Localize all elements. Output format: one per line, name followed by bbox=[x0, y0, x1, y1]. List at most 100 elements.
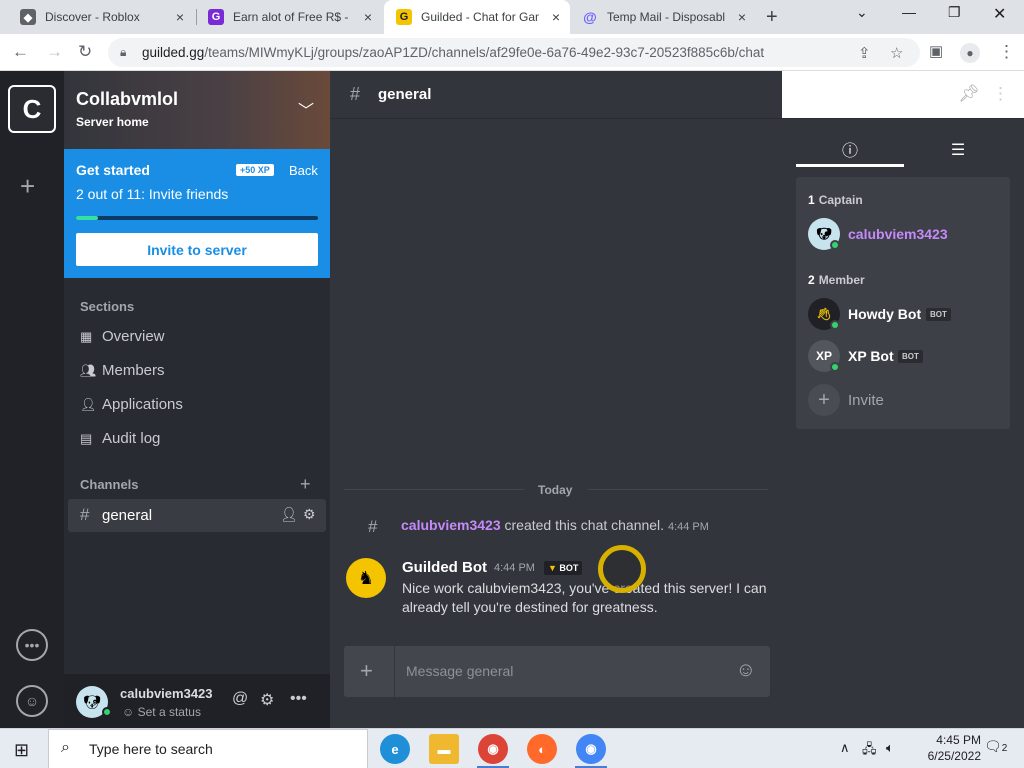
back-arrow-icon[interactable]: ← bbox=[12, 42, 29, 62]
system-message-time: 4:44 PM bbox=[667, 521, 709, 533]
taskbar-search[interactable]: ⌕ Type here to search bbox=[48, 729, 368, 768]
server-name: Collabvmlol bbox=[76, 89, 179, 109]
server-header[interactable]: Collabvmlol Server home ﹀ bbox=[64, 71, 330, 149]
more-options-icon[interactable]: ••• bbox=[290, 690, 307, 708]
side-panel-icon[interactable]: ▣ bbox=[929, 42, 943, 60]
invite-label: Invite bbox=[848, 392, 884, 409]
member-group-heading: 2 Member bbox=[808, 273, 865, 287]
close-tab-icon[interactable]: × bbox=[738, 9, 746, 25]
url-text[interactable]: guilded.gg/teams/MIWmyKLj/groups/zaoAP1Z… bbox=[142, 45, 764, 60]
chat-bubble-icon[interactable]: ••• bbox=[16, 629, 48, 661]
section-label: Audit log bbox=[102, 430, 161, 447]
mentions-icon[interactable]: @ bbox=[232, 690, 248, 708]
channel-title: general bbox=[378, 86, 432, 103]
tab-info[interactable]: ⓘ bbox=[796, 133, 904, 167]
address-bar[interactable]: 🔒︎ guilded.gg/teams/MIWmyKLj/groups/zaoA… bbox=[108, 38, 920, 67]
maximize-icon[interactable]: ❐ bbox=[948, 4, 961, 21]
server-subtitle: Server home bbox=[76, 115, 149, 129]
chevron-down-icon[interactable]: ﹀ bbox=[298, 97, 314, 121]
online-status-indicator bbox=[102, 707, 112, 717]
chrome-menu-icon[interactable]: ⋮ bbox=[998, 42, 1015, 62]
sections-heading: Sections bbox=[80, 299, 135, 314]
clock-time: 4:45 PM bbox=[936, 733, 981, 747]
section-members[interactable]: 👥︎ Members bbox=[80, 362, 165, 379]
attach-plus-icon[interactable]: + bbox=[360, 658, 373, 684]
chrome-alt-icon[interactable]: ◉ bbox=[576, 734, 606, 764]
close-tab-icon[interactable]: × bbox=[176, 9, 184, 25]
message-input[interactable] bbox=[406, 660, 726, 682]
invite-to-server-button[interactable]: Invite to server bbox=[76, 233, 318, 266]
add-member-icon[interactable]: 👤︎ bbox=[280, 506, 298, 523]
clock-date: 6/25/2022 bbox=[927, 749, 981, 763]
network-icon[interactable]: 🖧︎ bbox=[862, 740, 877, 762]
back-link[interactable]: Back bbox=[289, 163, 318, 178]
online-status-indicator bbox=[830, 362, 840, 372]
status-icon: ☺ bbox=[122, 705, 138, 719]
url-host: guilded.gg bbox=[142, 45, 205, 60]
tab-threads[interactable]: ☰ bbox=[904, 133, 1012, 167]
share-icon[interactable]: ⇪ bbox=[858, 44, 871, 62]
member-group-heading: 1 Captain bbox=[808, 193, 863, 207]
firefox-icon[interactable]: ◐ bbox=[527, 734, 557, 764]
tab-title: Earn alot of Free R$ - G bbox=[233, 10, 351, 24]
server-icon[interactable]: C bbox=[8, 85, 56, 133]
channel-name: general bbox=[102, 507, 153, 524]
roblox-icon: ◆ bbox=[20, 9, 36, 25]
channel-settings-gear-icon[interactable]: ⚙ bbox=[303, 506, 316, 523]
section-audit-log[interactable]: ▤ Audit log bbox=[80, 430, 160, 447]
section-applications[interactable]: 👤︎ Applications bbox=[80, 396, 183, 413]
close-tab-icon[interactable]: × bbox=[552, 9, 560, 25]
member-row[interactable]: 👋︎ Howdy Bot BOT bbox=[808, 298, 1008, 330]
channel-item-general[interactable]: # general 👤︎ ⚙ bbox=[68, 499, 326, 532]
pin-icon[interactable]: 📌︎ bbox=[958, 84, 980, 104]
system-message-user[interactable]: calubviem3423 bbox=[401, 517, 501, 533]
browser-tab-strip: ◆ Discover - Roblox × G Earn alot of Fre… bbox=[0, 0, 1024, 34]
system-clock[interactable]: 4:45 PM 6/25/2022 bbox=[905, 732, 981, 764]
channel-more-icon[interactable]: ⋮ bbox=[992, 84, 1009, 104]
get-started-progress-text: 2 out of 11: Invite friends bbox=[76, 186, 229, 202]
get-started-title: Get started bbox=[76, 162, 150, 178]
friends-icon[interactable]: ☺ bbox=[16, 685, 48, 717]
forward-arrow-icon[interactable]: → bbox=[46, 42, 63, 62]
set-status[interactable]: ☺ Set a status bbox=[122, 705, 201, 719]
bookmark-star-icon[interactable]: ☆ bbox=[890, 44, 903, 62]
tab-roblox[interactable]: ◆ Discover - Roblox × bbox=[8, 0, 194, 34]
member-row[interactable]: XP XP Bot BOT bbox=[808, 340, 1008, 372]
volume-icon[interactable]: 🔈︎ bbox=[886, 740, 894, 756]
tab-free-robux[interactable]: G Earn alot of Free R$ - G × bbox=[196, 0, 382, 34]
guilded-shield-icon: ▼ bbox=[548, 563, 560, 573]
reload-icon[interactable]: ↻ bbox=[78, 42, 92, 62]
chrome-icon[interactable]: ◉ bbox=[478, 734, 508, 764]
notifications-icon[interactable]: 🗨︎2 bbox=[984, 738, 1007, 755]
close-tab-icon[interactable]: × bbox=[364, 9, 372, 25]
emoji-icon[interactable]: ☺ bbox=[736, 659, 756, 682]
minimize-icon[interactable]: — bbox=[902, 4, 916, 20]
tab-temp-mail[interactable]: @ Temp Mail - Disposable × bbox=[570, 0, 756, 34]
tray-chevron-icon[interactable]: ∧ bbox=[840, 740, 850, 756]
set-status-label: Set a status bbox=[137, 705, 201, 719]
add-channel-icon[interactable]: + bbox=[300, 474, 311, 495]
windows-start-icon[interactable]: ⊞ bbox=[14, 740, 29, 761]
member-name: Howdy Bot bbox=[848, 306, 922, 322]
guilded-bot-avatar[interactable]: ♞ bbox=[346, 558, 386, 598]
edge-icon[interactable]: e bbox=[380, 734, 410, 764]
group-count: 1 bbox=[808, 193, 815, 207]
user-settings-gear-icon[interactable]: ⚙ bbox=[260, 690, 274, 710]
add-server-icon[interactable]: + bbox=[20, 171, 35, 202]
message-author[interactable]: Guilded Bot bbox=[402, 559, 487, 576]
profile-icon[interactable]: ● bbox=[960, 43, 980, 63]
member-list: 1 Captain 🐶︎ calubviem3423 2 Member 👋︎ How… bbox=[796, 177, 1010, 429]
section-overview[interactable]: ▦ Overview bbox=[80, 328, 165, 345]
tab-guilded[interactable]: G Guilded - Chat for Gam × bbox=[384, 0, 570, 34]
search-icon: ⌕ bbox=[61, 739, 70, 756]
section-label: Members bbox=[102, 362, 165, 379]
member-name: calubviem3423 bbox=[848, 226, 948, 242]
file-explorer-icon[interactable]: ▬ bbox=[429, 734, 459, 764]
channel-header: # general bbox=[330, 71, 1024, 119]
invite-row[interactable]: + Invite bbox=[808, 384, 1008, 416]
member-row[interactable]: 🐶︎ calubviem3423 bbox=[808, 218, 1008, 250]
tab-search-chevron-icon[interactable]: ⌄ bbox=[856, 4, 868, 21]
new-tab-button[interactable]: + bbox=[766, 6, 778, 29]
close-window-icon[interactable]: ✕ bbox=[993, 4, 1006, 24]
group-label: Captain bbox=[818, 193, 863, 207]
